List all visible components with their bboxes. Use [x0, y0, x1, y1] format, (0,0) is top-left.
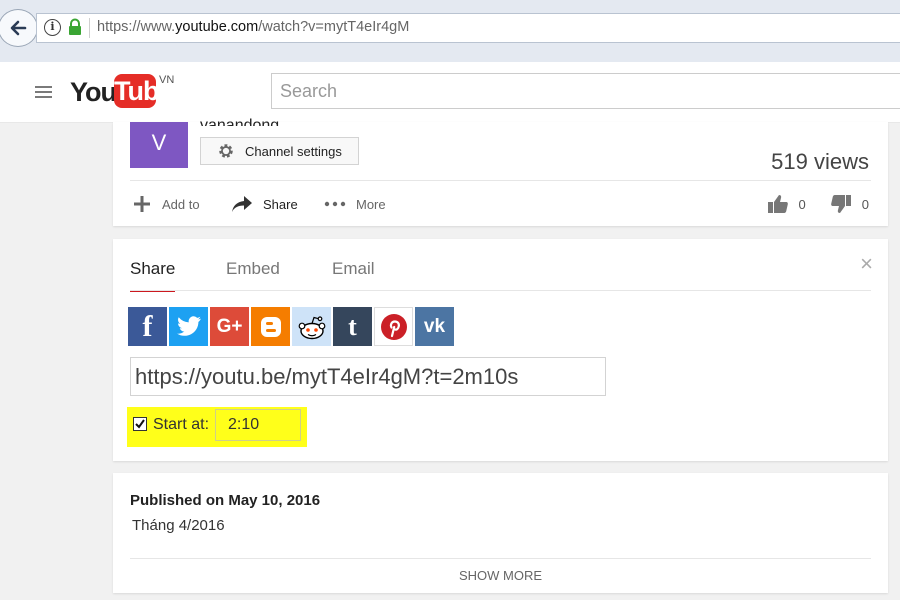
social-share-buttons: f G+ t vk: [128, 307, 456, 346]
close-icon[interactable]: ×: [860, 251, 873, 277]
tab-share[interactable]: Share: [130, 259, 176, 292]
channel-settings-label: Channel settings: [245, 143, 342, 159]
info-icon[interactable]: i: [44, 19, 61, 36]
start-time-box: [215, 409, 301, 441]
start-at-label: Start at:: [153, 416, 210, 433]
menu-icon[interactable]: [35, 86, 52, 98]
logo-tube: Tube: [114, 74, 174, 108]
pinterest-p-icon: [380, 313, 407, 340]
channel-settings-button[interactable]: Channel settings: [200, 137, 359, 165]
reddit-alien-icon: [298, 315, 325, 339]
back-arrow-icon: [10, 20, 27, 36]
start-time-input[interactable]: [216, 410, 300, 440]
twitter-icon[interactable]: [169, 307, 208, 346]
url-text[interactable]: https://www.youtube.com/watch?v=mytT4eIr…: [97, 19, 409, 35]
logo-region: VN: [159, 74, 175, 86]
share-url-input[interactable]: [131, 358, 605, 395]
add-to-button[interactable]: Add to: [132, 193, 200, 215]
tab-email[interactable]: Email: [332, 259, 375, 290]
site-header: You Tube VN: [0, 62, 900, 123]
address-separator: [89, 18, 90, 38]
divider: [130, 558, 871, 559]
tumblr-icon[interactable]: t: [333, 307, 372, 346]
checkmark-icon: [135, 419, 145, 429]
thumbs-down-icon[interactable]: [830, 194, 852, 214]
share-url-box: [130, 357, 606, 396]
share-panel: Share Embed Email × f G+ t vk Start at:: [113, 239, 888, 461]
plus-icon: [134, 196, 150, 212]
show-more-button[interactable]: SHOW MORE: [113, 568, 888, 583]
video-owner-card: V vanandong Channel settings 519 views A…: [113, 117, 888, 226]
logo-you: You: [70, 77, 117, 107]
thumbs-up-icon[interactable]: [767, 194, 789, 214]
url-domain: youtube.com: [175, 19, 259, 35]
start-at-checkbox[interactable]: [133, 417, 147, 431]
blogger-b-icon: [260, 316, 281, 337]
address-bar[interactable]: i https://www.youtube.com/watch?v=mytT4e…: [36, 13, 900, 43]
dislike-count: 0: [861, 196, 869, 212]
video-description: Tháng 4/2016: [132, 517, 225, 534]
view-count: 519 views: [771, 149, 869, 174]
search-box: [271, 73, 900, 109]
twitter-bird-icon: [176, 315, 201, 336]
share-arrow-icon: [232, 196, 252, 212]
more-label: More: [356, 196, 386, 212]
channel-name[interactable]: vanandong: [200, 112, 279, 126]
url-path: /watch?v=mytT4eIr4gM: [258, 19, 410, 35]
tab-divider: [130, 290, 871, 291]
share-button[interactable]: Share: [231, 193, 298, 215]
divider: [130, 180, 871, 181]
more-button[interactable]: More: [324, 193, 386, 215]
like-dislike-group: 0 0: [767, 193, 869, 215]
description-card: Published on May 10, 2016 Tháng 4/2016 S…: [113, 473, 888, 593]
facebook-icon[interactable]: f: [128, 307, 167, 346]
pinterest-icon[interactable]: [374, 307, 413, 346]
search-input[interactable]: [272, 74, 900, 108]
browser-toolbar: i https://www.youtube.com/watch?v=mytT4e…: [0, 0, 900, 63]
url-prefix: https://www.: [97, 19, 176, 35]
blogger-icon[interactable]: [251, 307, 290, 346]
channel-avatar[interactable]: V: [130, 122, 188, 168]
vk-icon[interactable]: vk: [415, 307, 454, 346]
tab-embed[interactable]: Embed: [226, 259, 280, 290]
like-count: 0: [798, 196, 806, 212]
gear-icon: [219, 144, 233, 158]
add-to-label: Add to: [162, 196, 200, 212]
google-plus-icon[interactable]: G+: [210, 307, 249, 346]
share-label: Share: [263, 196, 298, 212]
back-button[interactable]: [0, 9, 38, 47]
publish-date: Published on May 10, 2016: [130, 492, 321, 509]
reddit-icon[interactable]: [292, 307, 331, 346]
more-dots-icon: [324, 201, 346, 207]
lock-icon: [69, 18, 81, 35]
